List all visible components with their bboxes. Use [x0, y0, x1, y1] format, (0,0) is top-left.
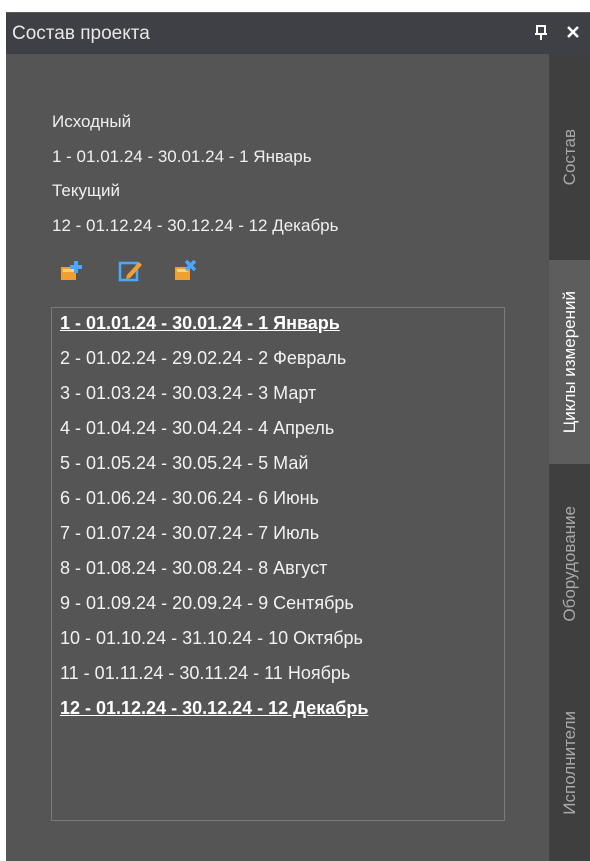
- list-item-cycle-12[interactable]: 12 - 01.12.24 - 30.12.24 - 12 Декабрь: [60, 698, 368, 719]
- current-cycle-label: Текущий: [52, 181, 120, 200]
- list-item-cycle-7[interactable]: 7 - 01.07.24 - 30.07.24 - 7 Июль: [60, 523, 319, 544]
- list-item-cycle-5[interactable]: 5 - 01.05.24 - 30.05.24 - 5 Май: [60, 453, 308, 474]
- list-item-cycle-8[interactable]: 8 - 01.08.24 - 30.08.24 - 8 Август: [60, 558, 327, 579]
- close-icon[interactable]: [561, 19, 585, 45]
- panel-content: Исходный 1 - 01.01.24 - 30.01.24 - 1 Янв…: [6, 54, 549, 861]
- list-item-cycle-9[interactable]: 9 - 01.09.24 - 20.09.24 - 9 Сентябрь: [60, 593, 354, 614]
- list-item-cycle-2[interactable]: 2 - 01.02.24 - 29.02.24 - 2 Февраль: [60, 348, 346, 369]
- side-tab-strip: Состав Циклы измерений Оборудование Испо…: [549, 54, 590, 861]
- delete-icon[interactable]: [172, 259, 198, 283]
- tab-equipment[interactable]: Оборудование: [549, 464, 590, 664]
- edit-icon[interactable]: [117, 259, 143, 283]
- tab-composition[interactable]: Состав: [549, 54, 590, 260]
- original-cycle-label: Исходный: [52, 112, 132, 131]
- original-cycle-value: 1 - 01.01.24 - 30.01.24 - 1 Январь: [52, 147, 312, 166]
- add-icon[interactable]: [58, 259, 84, 283]
- tab-composition-label: Состав: [559, 128, 579, 186]
- list-item-cycle-3[interactable]: 3 - 01.03.24 - 30.03.24 - 3 Март: [60, 383, 316, 404]
- tab-performers-label: Исполнители: [559, 710, 579, 815]
- measurement-cycles-list[interactable]: 1 - 01.01.24 - 30.01.24 - 1 Январь 2 - 0…: [51, 307, 505, 821]
- tab-measurement-cycles-label: Циклы измерений: [559, 290, 579, 434]
- panel-titlebar: Состав проекта: [6, 12, 590, 54]
- panel-title: Состав проекта: [12, 23, 150, 44]
- tab-performers[interactable]: Исполнители: [549, 664, 590, 861]
- current-cycle-value: 12 - 01.12.24 - 30.12.24 - 12 Декабрь: [52, 216, 339, 235]
- list-item-cycle-1[interactable]: 1 - 01.01.24 - 30.01.24 - 1 Январь: [60, 313, 340, 334]
- list-item-cycle-4[interactable]: 4 - 01.04.24 - 30.04.24 - 4 Апрель: [60, 418, 334, 439]
- list-item-cycle-6[interactable]: 6 - 01.06.24 - 30.06.24 - 6 Июнь: [60, 488, 319, 509]
- list-item-cycle-10[interactable]: 10 - 01.10.24 - 31.10.24 - 10 Октябрь: [60, 628, 363, 649]
- tab-measurement-cycles[interactable]: Циклы измерений: [549, 260, 590, 464]
- project-composition-panel: Состав проекта Исходный 1 - 01.01.24 - 3…: [6, 12, 590, 861]
- tab-equipment-label: Оборудование: [559, 506, 579, 622]
- list-item-cycle-11[interactable]: 11 - 01.11.24 - 30.11.24 - 11 Ноябрь: [60, 663, 350, 684]
- pin-icon[interactable]: [531, 21, 551, 45]
